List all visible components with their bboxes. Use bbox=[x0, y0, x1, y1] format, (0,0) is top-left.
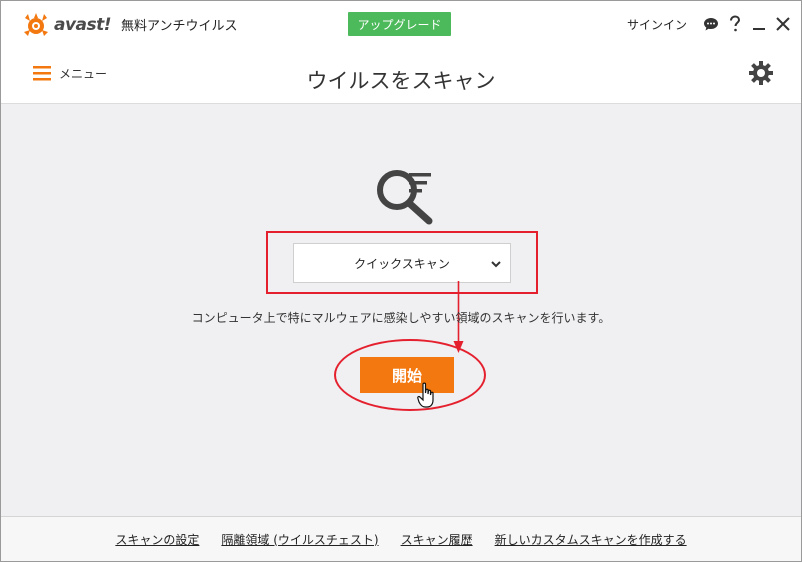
title-bar: avast! 無料アンチウイルス アップグレード サインイン bbox=[1, 1, 801, 47]
minimize-icon[interactable] bbox=[749, 14, 769, 34]
titlebar-controls: サインイン bbox=[627, 12, 793, 36]
logo-wordmark: avast! bbox=[54, 15, 112, 35]
page-title: ウイルスをスキャン bbox=[306, 69, 496, 93]
app-window: avast! 無料アンチウイルス アップグレード サインイン メニュー ウイルス… bbox=[0, 0, 802, 562]
scan-description: コンピュータ上で特にマルウェアに感染しやすい領域のスキャンを行います。 bbox=[191, 311, 611, 325]
close-icon[interactable] bbox=[773, 14, 793, 34]
main-content: クイックスキャン コンピュータ上で特にマルウェアに感染しやすい領域のスキャンを行… bbox=[1, 104, 801, 516]
signin-link[interactable]: サインイン bbox=[627, 16, 687, 33]
scan-settings-link[interactable]: スキャンの設定 bbox=[115, 531, 199, 548]
avast-logo-icon bbox=[24, 13, 48, 36]
start-scan-button[interactable]: 開始 bbox=[360, 357, 454, 393]
upgrade-button[interactable]: アップグレード bbox=[348, 12, 451, 36]
quarantine-link[interactable]: 隔離領域 (ウイルスチェスト) bbox=[221, 531, 378, 548]
product-name: 無料アンチウイルス bbox=[121, 19, 238, 34]
create-custom-scan-link[interactable]: 新しいカスタムスキャンを作成する bbox=[495, 531, 687, 548]
scan-type-value: クイックスキャン bbox=[354, 256, 450, 271]
magnifier-scan-icon bbox=[377, 170, 433, 225]
hand-cursor-icon bbox=[417, 382, 434, 408]
avast-logo: avast! bbox=[21, 10, 112, 40]
gear-icon[interactable] bbox=[748, 60, 774, 86]
help-icon[interactable] bbox=[725, 14, 745, 34]
footer-links: スキャンの設定 隔離領域 (ウイルスチェスト) スキャン履歴 新しいカスタムスキ… bbox=[1, 516, 801, 561]
scan-type-select[interactable]: クイックスキャン bbox=[293, 243, 511, 283]
scan-history-link[interactable]: スキャン履歴 bbox=[401, 531, 473, 548]
chevron-down-icon bbox=[491, 261, 501, 268]
chat-icon[interactable] bbox=[701, 14, 721, 34]
page-header: メニュー ウイルスをスキャン bbox=[1, 47, 801, 104]
